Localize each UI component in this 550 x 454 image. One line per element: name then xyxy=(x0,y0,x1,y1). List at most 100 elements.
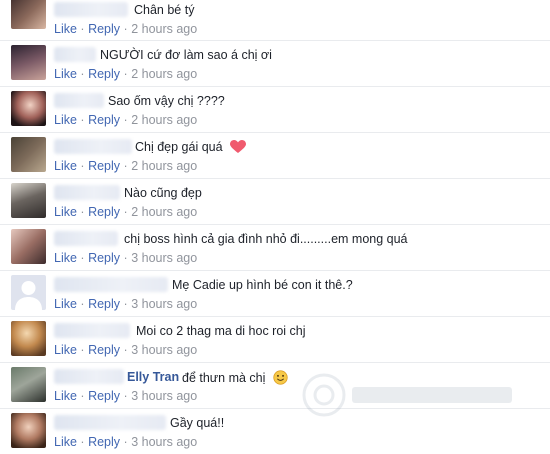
comment-text: để thưn mà chị xyxy=(182,370,288,385)
commenter-name[interactable] xyxy=(54,47,96,62)
avatar[interactable] xyxy=(11,367,46,402)
timestamp[interactable]: 3 hours ago xyxy=(131,297,197,311)
comment-item: NGƯỜI cứ đơ làm sao á chị ơi Like · Repl… xyxy=(0,40,550,87)
comment-text: Gầy quá!! xyxy=(170,416,225,430)
comment-text-content: Chị đẹp gái quá xyxy=(135,140,223,154)
reply-link[interactable]: Reply xyxy=(88,159,120,173)
comment-text: Nào cũng đẹp xyxy=(124,186,202,200)
avatar[interactable] xyxy=(11,321,46,356)
like-link[interactable]: Like xyxy=(54,22,77,36)
reply-link[interactable]: Reply xyxy=(88,251,120,265)
avatar[interactable] xyxy=(11,413,46,448)
timestamp[interactable]: 3 hours ago xyxy=(131,389,197,403)
comment-actions: Like · Reply · 3 hours ago xyxy=(54,297,197,311)
avatar[interactable] xyxy=(11,91,46,126)
reply-link[interactable]: Reply xyxy=(88,22,120,36)
reply-link[interactable]: Reply xyxy=(88,67,120,81)
timestamp[interactable]: 3 hours ago xyxy=(131,435,197,449)
reply-link[interactable]: Reply xyxy=(88,343,120,357)
separator: · xyxy=(80,389,85,403)
separator: · xyxy=(123,159,128,173)
commenter-name[interactable] xyxy=(54,415,166,430)
separator: · xyxy=(123,297,128,311)
separator: · xyxy=(80,22,85,36)
comment-text: Chân bé tý xyxy=(134,3,195,17)
separator: · xyxy=(80,67,85,81)
timestamp[interactable]: 2 hours ago xyxy=(131,205,197,219)
like-link[interactable]: Like xyxy=(54,205,77,219)
separator: · xyxy=(80,205,85,219)
like-link[interactable]: Like xyxy=(54,435,77,449)
separator: · xyxy=(80,113,85,127)
separator: · xyxy=(123,205,128,219)
like-link[interactable]: Like xyxy=(54,251,77,265)
like-link[interactable]: Like xyxy=(54,297,77,311)
commenter-name[interactable] xyxy=(54,323,130,338)
comment-item: Chân bé tý Like · Reply · 2 hours ago xyxy=(0,0,550,41)
comment-item: chị boss hình cả gia đình nhỏ đi........… xyxy=(0,224,550,271)
reply-link[interactable]: Reply xyxy=(88,113,120,127)
commenter-name[interactable] xyxy=(54,369,124,384)
timestamp[interactable]: 2 hours ago xyxy=(131,113,197,127)
heart-icon xyxy=(230,140,247,153)
comment-item: Gầy quá!! Like · Reply · 3 hours ago xyxy=(0,408,550,454)
separator: · xyxy=(80,251,85,265)
timestamp[interactable]: 3 hours ago xyxy=(131,251,197,265)
comment-text-content: để thưn mà chị xyxy=(182,371,266,385)
separator: · xyxy=(80,159,85,173)
timestamp[interactable]: 2 hours ago xyxy=(131,159,197,173)
comment-text: Chị đẹp gái quá xyxy=(135,140,247,154)
comment-item: Mẹ Cadie up hình bé con it thê.? Like · … xyxy=(0,270,550,317)
comment-actions: Like · Reply · 2 hours ago xyxy=(54,22,197,36)
reply-link[interactable]: Reply xyxy=(88,205,120,219)
comment-actions: Like · Reply · 2 hours ago xyxy=(54,67,197,81)
separator: · xyxy=(80,343,85,357)
commenter-name[interactable] xyxy=(54,185,120,200)
reply-link[interactable]: Reply xyxy=(88,435,120,449)
commenter-name[interactable] xyxy=(54,277,168,292)
comment-actions: Like · Reply · 3 hours ago xyxy=(54,251,197,265)
commenter-name[interactable] xyxy=(54,139,132,154)
avatar[interactable] xyxy=(11,45,46,80)
like-link[interactable]: Like xyxy=(54,113,77,127)
comment-actions: Like · Reply · 3 hours ago xyxy=(54,435,197,449)
commenter-name[interactable] xyxy=(54,2,128,17)
comment-actions: Like · Reply · 2 hours ago xyxy=(54,205,197,219)
comment-item: Elly Tran để thưn mà chị Like · Reply · … xyxy=(0,362,550,409)
comment-actions: Like · Reply · 3 hours ago xyxy=(54,389,197,403)
avatar[interactable] xyxy=(11,229,46,264)
avatar[interactable] xyxy=(11,183,46,218)
separator: · xyxy=(123,67,128,81)
comment-text: Mẹ Cadie up hình bé con it thê.? xyxy=(172,278,353,292)
avatar[interactable] xyxy=(11,137,46,172)
timestamp[interactable]: 3 hours ago xyxy=(131,343,197,357)
default-avatar-icon xyxy=(15,281,42,310)
separator: · xyxy=(80,435,85,449)
comment-actions: Like · Reply · 2 hours ago xyxy=(54,113,197,127)
separator: · xyxy=(123,389,128,403)
commenter-name-text[interactable]: Elly Tran xyxy=(127,370,179,384)
reply-link[interactable]: Reply xyxy=(88,389,120,403)
comment-text: chị boss hình cả gia đình nhỏ đi........… xyxy=(124,232,408,246)
like-link[interactable]: Like xyxy=(54,67,77,81)
separator: · xyxy=(123,251,128,265)
commenter-name[interactable] xyxy=(54,231,118,246)
avatar[interactable] xyxy=(11,0,46,29)
comment-item: Sao ốm vậy chị ???? Like · Reply · 2 hou… xyxy=(0,86,550,133)
comment-item: Nào cũng đẹp Like · Reply · 2 hours ago xyxy=(0,178,550,225)
comment-item: Chị đẹp gái quá Like · Reply · 2 hours a… xyxy=(0,132,550,179)
avatar[interactable] xyxy=(11,275,46,310)
timestamp[interactable]: 2 hours ago xyxy=(131,67,197,81)
separator: · xyxy=(123,435,128,449)
comment-actions: Like · Reply · 3 hours ago xyxy=(54,343,197,357)
separator: · xyxy=(123,22,128,36)
comment-text: Moi co 2 thag ma di hoc roi chj xyxy=(136,324,306,338)
like-link[interactable]: Like xyxy=(54,159,77,173)
timestamp[interactable]: 2 hours ago xyxy=(131,22,197,36)
comment-item: Moi co 2 thag ma di hoc roi chj Like · R… xyxy=(0,316,550,363)
commenter-name[interactable] xyxy=(54,93,104,108)
like-link[interactable]: Like xyxy=(54,389,77,403)
comment-text: NGƯỜI cứ đơ làm sao á chị ơi xyxy=(100,48,272,62)
like-link[interactable]: Like xyxy=(54,343,77,357)
reply-link[interactable]: Reply xyxy=(88,297,120,311)
